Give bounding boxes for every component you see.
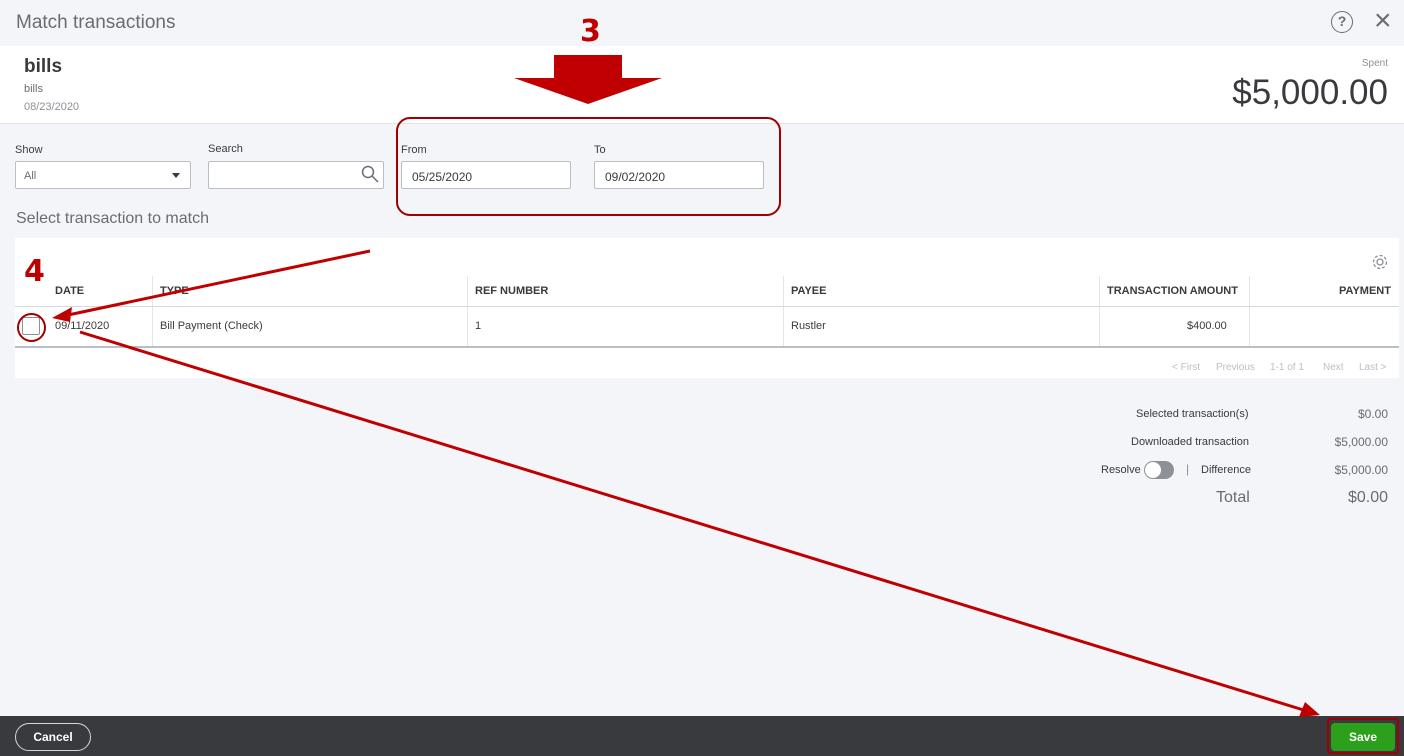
header-divider xyxy=(15,306,1399,307)
help-icon[interactable]: ? xyxy=(1331,11,1353,33)
close-icon[interactable]: × xyxy=(1374,6,1392,36)
pagination-first[interactable]: < First xyxy=(1172,362,1200,373)
column-divider xyxy=(1249,276,1250,346)
checkbox-highlight xyxy=(17,313,46,342)
transaction-subtitle: bills xyxy=(24,83,43,95)
cell-type: Bill Payment (Check) xyxy=(160,320,263,332)
resolve-toggle[interactable] xyxy=(1144,461,1174,479)
total-label: Total xyxy=(1216,489,1250,506)
step-4-label: 4 xyxy=(24,254,45,289)
downloaded-transaction-value: $5,000.00 xyxy=(1334,435,1388,449)
column-divider xyxy=(152,276,153,346)
difference-label: Difference xyxy=(1201,464,1251,476)
column-header-ref-number[interactable]: REF NUMBER xyxy=(475,285,548,297)
transaction-info-panel: bills bills 08/23/2020 Spent $5,000.00 xyxy=(0,46,1404,124)
cancel-button[interactable]: Cancel xyxy=(15,723,91,751)
pagination-previous[interactable]: Previous xyxy=(1216,362,1255,373)
search-icon[interactable] xyxy=(360,164,380,184)
show-select[interactable]: All xyxy=(15,161,191,189)
arrow-head-icon xyxy=(1299,702,1320,717)
column-header-payee[interactable]: PAYEE xyxy=(791,285,826,297)
difference-value: $5,000.00 xyxy=(1334,463,1388,477)
column-header-payment[interactable]: PAYMENT xyxy=(1339,285,1391,297)
pagination-last[interactable]: Last > xyxy=(1359,362,1387,373)
arrow-line-to-save xyxy=(79,330,1311,714)
column-divider xyxy=(1099,276,1100,346)
row-divider xyxy=(15,346,1399,348)
cell-ref-number: 1 xyxy=(475,320,482,332)
toggle-knob xyxy=(1145,462,1161,478)
downloaded-transaction-label: Downloaded transaction xyxy=(1131,436,1250,448)
chevron-down-icon xyxy=(172,173,180,178)
column-header-transaction-amount[interactable]: TRANSACTION AMOUNT xyxy=(1107,285,1238,297)
search-label: Search xyxy=(208,143,243,155)
pagination-next[interactable]: Next xyxy=(1323,362,1344,373)
transactions-table xyxy=(15,238,1399,378)
cell-date: 09/11/2020 xyxy=(55,320,110,332)
search-input[interactable] xyxy=(208,161,384,189)
selected-transactions-value: $0.00 xyxy=(1357,407,1388,421)
dialog-title: Match transactions xyxy=(16,12,176,33)
save-button-highlight xyxy=(1327,718,1399,754)
column-header-date[interactable]: DATE xyxy=(55,285,84,297)
column-divider xyxy=(467,276,468,346)
spent-amount: $5,000.00 xyxy=(1232,73,1388,112)
separator: | xyxy=(1186,462,1190,476)
resolve-label: Resolve xyxy=(1101,464,1141,476)
show-label: Show xyxy=(15,144,43,156)
selected-transactions-label: Selected transaction(s) xyxy=(1136,408,1249,420)
cell-transaction-amount: $400.00 xyxy=(1187,320,1227,332)
column-divider xyxy=(783,276,784,346)
gear-icon[interactable] xyxy=(1370,252,1390,272)
cell-payee: Rustler xyxy=(791,320,826,332)
section-title: Select transaction to match xyxy=(16,210,209,227)
total-value: $0.00 xyxy=(1347,489,1388,506)
column-header-type[interactable]: TYPE xyxy=(160,285,189,297)
dialog-footer xyxy=(0,716,1404,756)
step-3-label: 3 xyxy=(580,14,601,49)
spent-label: Spent xyxy=(1361,58,1388,69)
dialog-header xyxy=(0,0,1404,46)
show-select-value: All xyxy=(24,170,37,182)
date-range-highlight xyxy=(396,117,781,216)
transaction-title: bills xyxy=(24,56,63,77)
transaction-date: 08/23/2020 xyxy=(24,101,80,113)
pagination-range: 1-1 of 1 xyxy=(1270,362,1304,373)
